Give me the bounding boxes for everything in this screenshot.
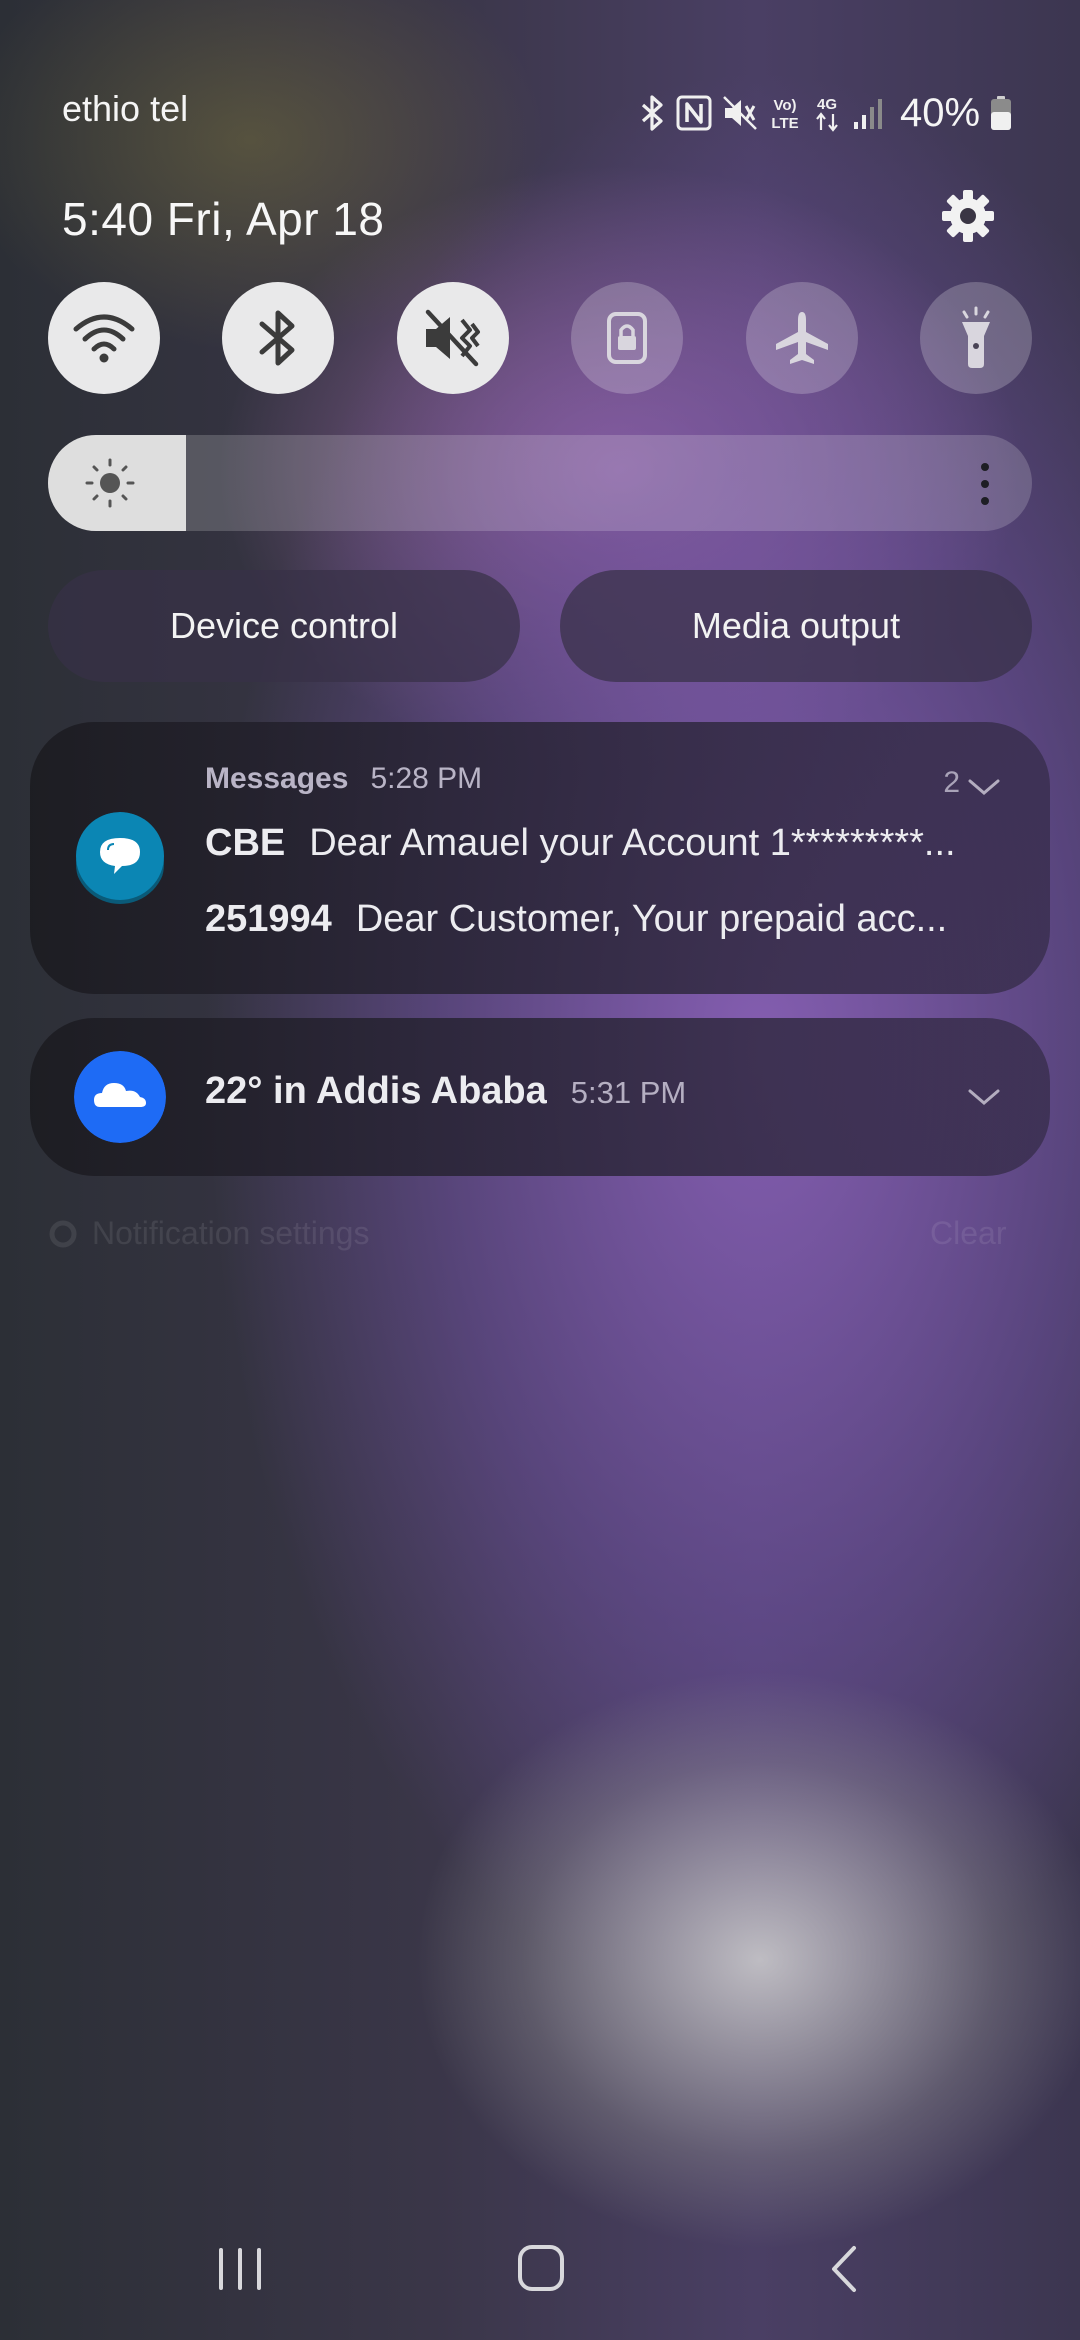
battery-icon — [991, 96, 1012, 130]
tile-flashlight[interactable] — [919, 282, 1032, 394]
signal-icon — [854, 99, 882, 129]
message-sender: 251994 — [205, 898, 332, 940]
tile-sound[interactable] — [396, 282, 509, 394]
message-item[interactable]: CBE Dear Amauel your Account 1*********..… — [205, 822, 956, 865]
weather-notification[interactable]: 22° in Addis Ababa 5:31 PM — [30, 1018, 1050, 1176]
time-date: 5:40 Fri, Apr 18 — [62, 193, 385, 245]
weather-line: 22° in Addis Ababa 5:31 PM — [205, 1070, 686, 1113]
recent-apps-button[interactable] — [215, 2248, 265, 2290]
bluetooth-icon — [259, 310, 295, 366]
tile-rotation-lock[interactable] — [571, 282, 684, 394]
gear-icon — [49, 1220, 77, 1247]
more-options-icon[interactable] — [978, 461, 992, 507]
wifi-icon — [73, 314, 135, 363]
notification-settings-label: Notification settings — [92, 1215, 370, 1251]
sun-icon — [85, 458, 135, 508]
gear-icon[interactable] — [940, 188, 996, 244]
weather-app-icon — [74, 1051, 166, 1143]
messages-app-icon — [76, 812, 164, 904]
bluetooth-icon — [641, 95, 663, 131]
message-preview: Dear Amauel your Account 1*********... — [309, 822, 956, 864]
4g-data-icon: 4G — [816, 96, 838, 132]
nfc-icon — [676, 95, 712, 131]
notification-settings-link[interactable]: Notification settings — [48, 1215, 369, 1252]
svg-text:4G: 4G — [817, 96, 837, 113]
mute-icon — [723, 96, 757, 130]
device-control-button[interactable]: Device control — [48, 570, 520, 682]
message-item[interactable]: 251994 Dear Customer, Your prepaid acc... — [205, 898, 947, 941]
quick-settings-panel — [48, 282, 1032, 394]
status-icons: Vo) LTE 4G 40% — [640, 90, 1012, 136]
tile-airplane-mode[interactable] — [745, 282, 858, 394]
mute-icon — [425, 309, 480, 367]
brightness-slider[interactable] — [48, 435, 1032, 531]
message-sender: CBE — [205, 822, 286, 864]
message-preview: Dear Customer, Your prepaid acc... — [355, 898, 948, 940]
notification-time: 5:28 PM — [370, 762, 483, 795]
battery-percent: 40% — [900, 90, 981, 135]
messages-header: Messages 5:28 PM — [205, 762, 482, 796]
messages-notification[interactable]: Messages 5:28 PM 2 CBE Dear Amauel your Ac… — [30, 722, 1050, 994]
flashlight-icon — [961, 306, 990, 368]
media-output-button[interactable]: Media output — [560, 570, 1032, 682]
app-name: Messages — [205, 762, 349, 795]
weather-title: 22° in Addis Ababa — [205, 1070, 547, 1112]
svg-text:Vo): Vo) — [773, 97, 796, 114]
clear-button[interactable]: Clear — [930, 1215, 1006, 1252]
carrier-name: ethio tel — [62, 88, 189, 129]
notification-time: 5:31 PM — [570, 1075, 687, 1110]
airplane-icon — [775, 312, 828, 364]
message-count: 2 — [943, 766, 960, 799]
home-button[interactable] — [517, 2244, 565, 2292]
volte-icon: Vo) LTE — [771, 97, 798, 132]
lock-icon — [607, 312, 648, 364]
back-button[interactable] — [828, 2244, 860, 2294]
svg-text:LTE: LTE — [771, 115, 798, 132]
tile-bluetooth[interactable] — [222, 282, 335, 394]
chevron-down-icon[interactable] — [966, 1086, 1002, 1108]
tile-wifi[interactable] — [48, 282, 160, 394]
chevron-down-icon[interactable] — [966, 776, 1002, 798]
